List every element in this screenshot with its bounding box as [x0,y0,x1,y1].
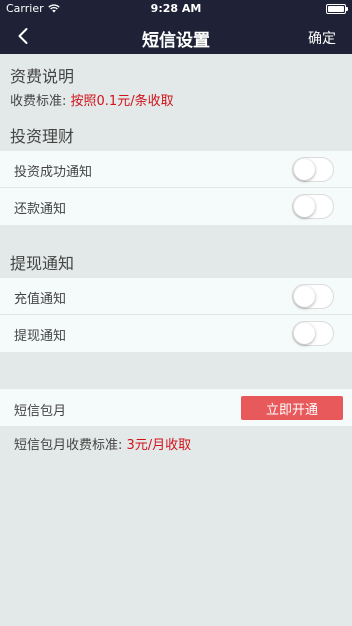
fee-standard-value: 按照0.1元/条收取 [70,94,174,109]
setting-label: 充值通知 [14,292,67,307]
invest-settings-list: 投资成功通知 还款通知 [0,151,352,225]
repayment-toggle[interactable] [292,194,334,219]
sms-package-label: 短信包月 [14,404,67,419]
nav-bar: 短信设置 确定 [0,18,352,54]
status-time: 9:28 AM [150,2,202,15]
toggle-knob [294,196,315,217]
setting-label: 提现通知 [14,329,67,344]
invest-section-title: 投资理财 [10,127,75,146]
sms-package-fee-label: 短信包月收费标准: [14,438,123,453]
toggle-knob [294,323,315,344]
toggle-knob [294,286,315,307]
recharge-toggle[interactable] [292,284,334,309]
setting-row-recharge: 充值通知 [0,278,352,315]
withdraw-section-title: 提现通知 [10,254,75,273]
sms-package-fee: 短信包月收费标准: 3元/月收取 [14,434,191,453]
fee-section-title: 资费说明 [10,67,75,86]
withdraw-settings-list: 充值通知 提现通知 [0,278,352,352]
fee-standard-label: 收费标准: [10,94,67,109]
sms-package-fee-value: 3元/月收取 [126,438,192,453]
confirm-button[interactable]: 确定 [308,28,336,48]
battery-icon [326,4,348,14]
withdraw-toggle[interactable] [292,321,334,346]
setting-label: 还款通知 [14,202,67,217]
sms-package-row: 短信包月 立即开通 [0,389,352,426]
setting-row-invest-success: 投资成功通知 [0,151,352,188]
status-bar: Carrier 9:28 AM [0,0,352,18]
activate-sms-package-button[interactable]: 立即开通 [241,396,343,420]
invest-success-toggle[interactable] [292,157,334,182]
page-title: 短信设置 [142,31,210,51]
toggle-knob [294,159,315,180]
setting-row-withdraw: 提现通知 [0,315,352,352]
setting-label: 投资成功通知 [14,165,93,180]
fee-standard: 收费标准: 按照0.1元/条收取 [10,90,174,109]
setting-row-repayment: 还款通知 [0,188,352,225]
